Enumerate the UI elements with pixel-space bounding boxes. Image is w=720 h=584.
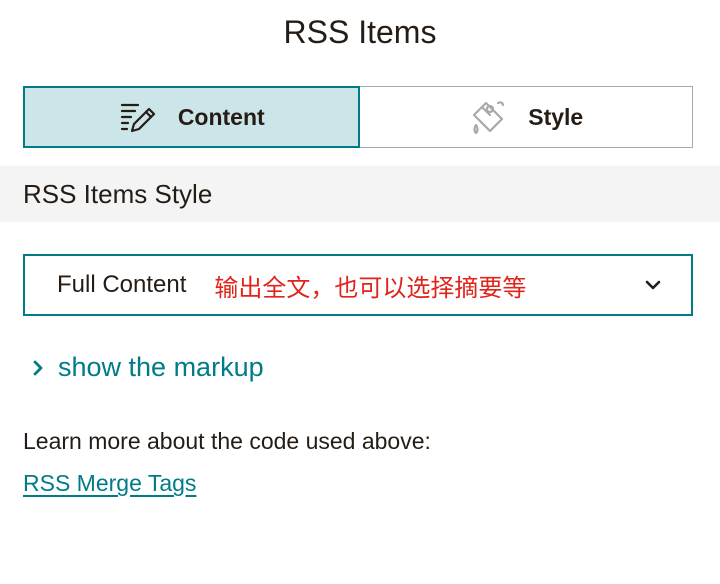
content-type-select[interactable]: Full Content 输出全文，也可以选择摘要等 <box>23 254 693 316</box>
tab-content[interactable]: Content <box>23 86 360 148</box>
tab-style[interactable]: Style <box>359 86 693 148</box>
paint-bucket-icon <box>468 97 508 137</box>
chevron-right-icon <box>30 359 46 377</box>
section-title: RSS Items Style <box>23 178 213 209</box>
tab-content-label: Content <box>177 103 265 130</box>
tab-style-label: Style <box>528 103 584 130</box>
show-markup-toggle[interactable]: show the markup <box>30 352 264 383</box>
show-markup-label: show the markup <box>58 352 264 382</box>
tab-bar: Content Style <box>23 86 693 148</box>
annotation-text: 输出全文，也可以选择摘要等 <box>214 273 527 302</box>
select-value: Full Content <box>57 271 187 298</box>
help-text: Learn more about the code used above: <box>23 428 431 454</box>
section-header: RSS Items Style <box>0 166 720 222</box>
rss-merge-tags-link[interactable]: RSS Merge Tags <box>23 470 196 497</box>
edit-lines-icon <box>118 97 158 137</box>
chevron-down-icon <box>643 275 663 295</box>
panel-title: RSS Items <box>283 14 437 50</box>
